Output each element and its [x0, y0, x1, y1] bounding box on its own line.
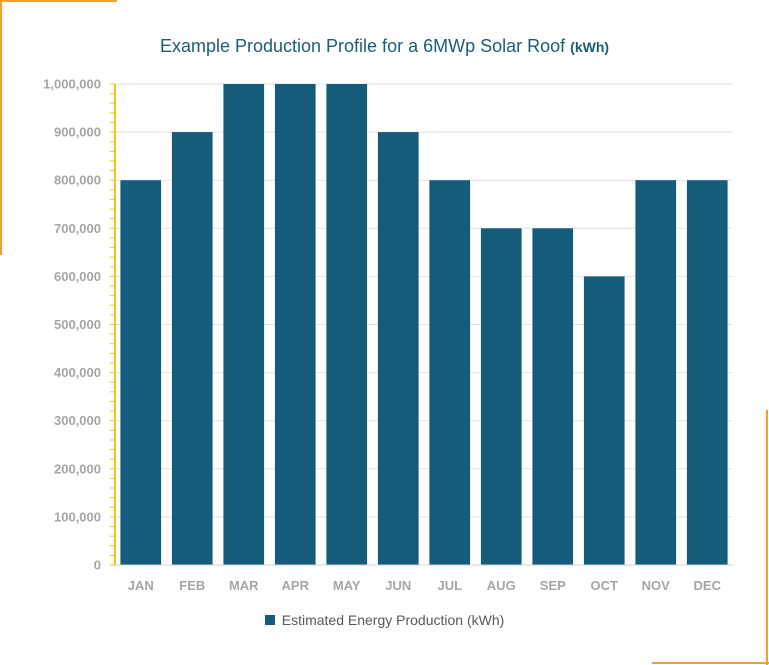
bar-dec	[686, 180, 728, 565]
bar-sep	[532, 228, 574, 566]
x-tick-label: JUL	[437, 578, 462, 593]
x-tick-label: JUN	[385, 578, 411, 593]
y-tick-label: 900,000	[54, 125, 101, 140]
x-tick-label: APR	[282, 578, 310, 593]
bar-oct	[583, 276, 625, 565]
x-tick-label: NOV	[642, 578, 671, 593]
legend-label: Estimated Energy Production (kWh)	[281, 612, 505, 628]
bar-aug	[480, 228, 522, 566]
x-tick-label: OCT	[591, 578, 619, 593]
y-tick-label: 200,000	[54, 461, 101, 476]
bar-nov	[635, 180, 677, 565]
bar-chart: 0 100,000 200,000 300,000 400,000 500,000 600,…	[43, 77, 733, 593]
bar-mar	[223, 84, 265, 565]
bar-jul	[429, 180, 471, 565]
bar-jun	[377, 132, 419, 565]
bar-apr	[274, 84, 316, 565]
legend: Estimated Energy Production (kWh)	[0, 612, 769, 628]
x-tick-label: JAN	[128, 578, 154, 593]
x-tick-label: AUG	[487, 578, 516, 593]
x-tick-label: MAY	[333, 578, 361, 593]
y-tick-label: 500,000	[54, 317, 101, 332]
y-tick-label: 800,000	[54, 173, 101, 188]
x-tick-label: MAR	[229, 578, 259, 593]
bar-feb	[171, 132, 213, 565]
x-tick-label: SEP	[540, 578, 566, 593]
y-tick-label: 400,000	[54, 365, 101, 380]
legend-swatch	[264, 615, 275, 625]
y-tick-label: 1,000,000	[43, 77, 101, 92]
x-tick-label: DEC	[694, 578, 722, 593]
x-tick-label: FEB	[179, 578, 205, 593]
bar-may	[326, 84, 368, 565]
y-tick-label: 0	[94, 558, 101, 573]
y-tick-label: 600,000	[54, 269, 101, 284]
y-tick-label: 300,000	[54, 413, 101, 428]
y-tick-label: 700,000	[54, 221, 101, 236]
y-tick-label: 100,000	[54, 509, 101, 524]
bar-jan	[120, 180, 162, 565]
